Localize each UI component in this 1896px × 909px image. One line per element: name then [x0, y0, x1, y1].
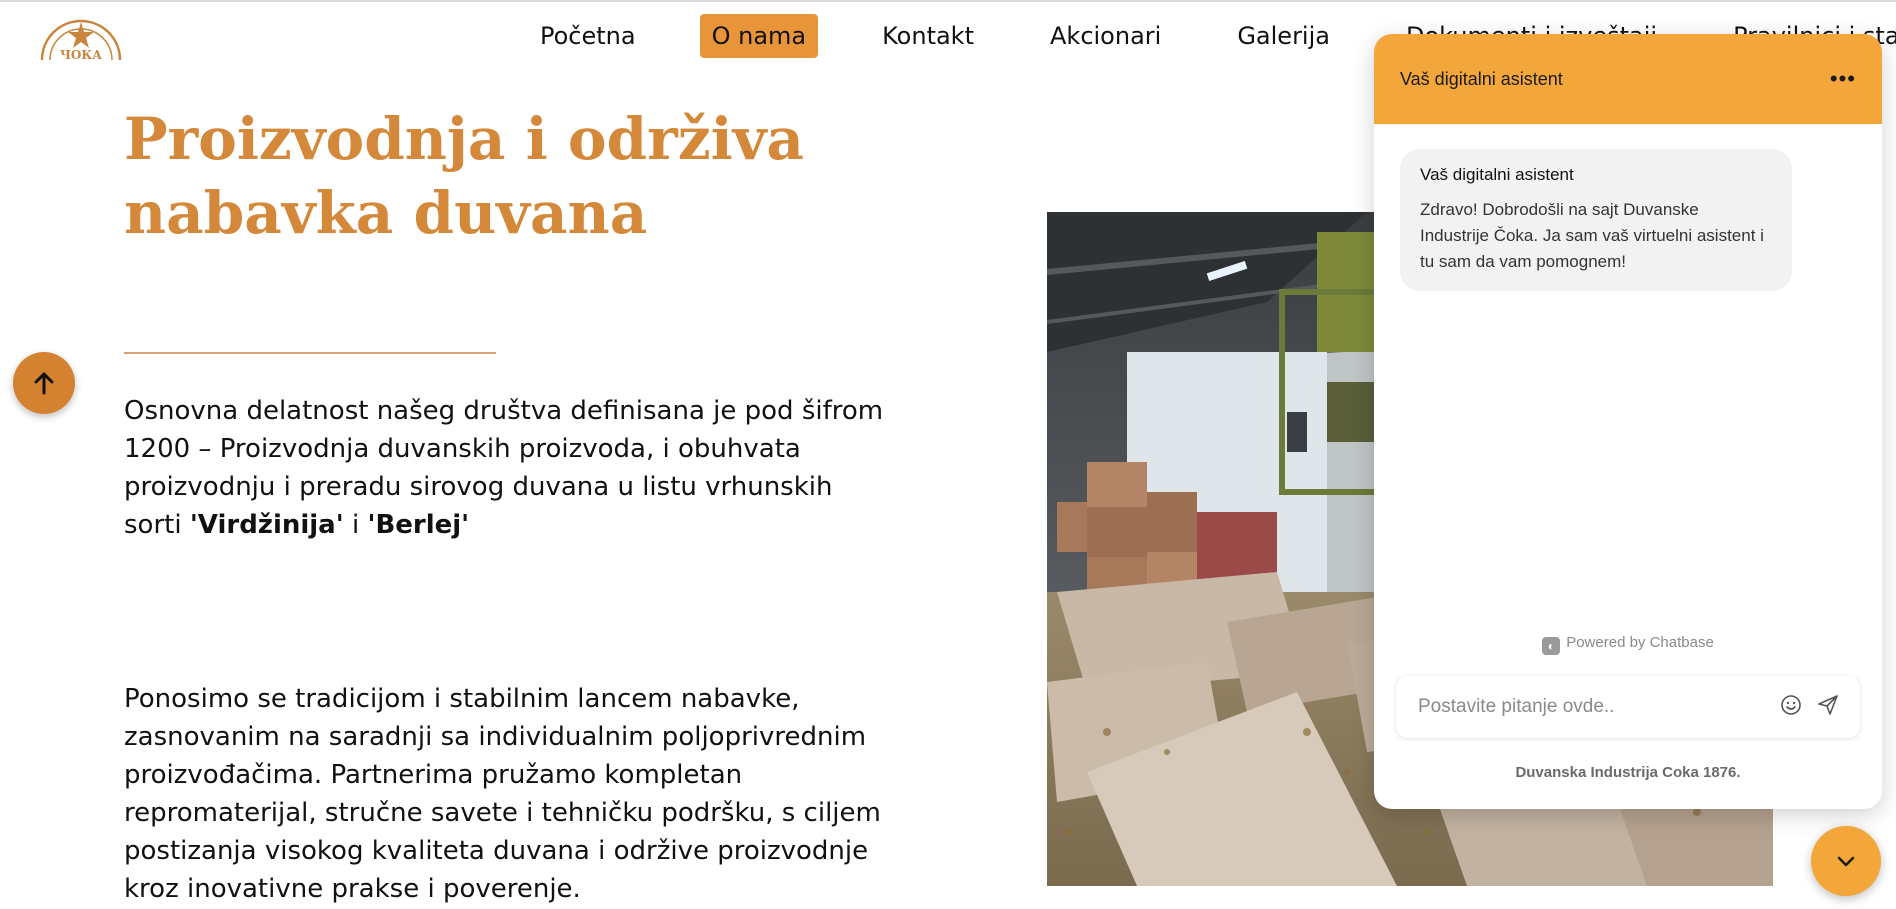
chevron-down-icon: [1837, 856, 1855, 867]
chat-input-box: [1396, 676, 1860, 738]
page-title: Proizvodnja i održiva nabavka duvana: [124, 102, 824, 250]
chat-header: Vaš digitalni asistent •••: [1374, 34, 1882, 124]
page-title-line2: nabavka duvana: [124, 179, 648, 247]
supply-paragraph: Ponosimo se tradicijom i stabilnim lance…: [124, 684, 881, 904]
logo-text: ЧОКА: [60, 48, 102, 62]
powered-by[interactable]: ◐ Powered by Chatbase: [1374, 634, 1882, 655]
nav-item-akcionari[interactable]: Akcionari: [1038, 14, 1173, 58]
quote-mark: ': [189, 510, 198, 540]
page-title-line1: Proizvodnja i održiva: [124, 105, 804, 173]
chat-message-sender: Vaš digitalni asistent: [1420, 165, 1574, 184]
chatbase-logo-icon: ◐: [1542, 637, 1561, 655]
chat-title: Vaš digitalni asistent: [1400, 68, 1563, 89]
quote-mark: ': [461, 510, 470, 540]
emoji-button[interactable]: [1780, 694, 1802, 720]
chat-message: Vaš digitalni asistent Zdravo! Dobrodošl…: [1400, 149, 1792, 291]
quote-mark: ': [335, 510, 344, 540]
intro-paragraph: Osnovna delatnost našeg društva definisa…: [124, 392, 884, 544]
send-button[interactable]: [1816, 693, 1840, 721]
chat-footer: Duvanska Industrija Coka 1876.: [1515, 764, 1741, 781]
nav-item-o-nama[interactable]: O nama: [699, 14, 819, 58]
chat-message-text: Zdravo! Dobrodošli na sajt Duvanske Indu…: [1420, 200, 1764, 271]
chat-menu-button[interactable]: •••: [1830, 66, 1856, 92]
conjunction: i: [343, 510, 368, 540]
nav-item-kontakt[interactable]: Kontakt: [870, 14, 986, 58]
smile-icon: [1781, 695, 1801, 715]
nav-item-galerija[interactable]: Galerija: [1225, 14, 1342, 58]
logo[interactable]: ЧОКА: [36, 8, 126, 62]
scroll-to-top-button[interactable]: [13, 352, 75, 414]
title-divider: [124, 352, 496, 354]
chat-message-input[interactable]: [1416, 695, 1780, 719]
send-icon: [1818, 695, 1838, 715]
logo-emblem: ЧОКА: [40, 19, 122, 62]
variety-berlej: Berlej: [375, 510, 462, 540]
chat-widget: Vaš digitalni asistent ••• Vaš digitalni…: [1374, 34, 1882, 809]
arrow-up-icon: [34, 372, 54, 395]
powered-by-text: Powered by Chatbase: [1566, 634, 1714, 651]
nav-item-pocetna[interactable]: Početna: [528, 14, 648, 58]
variety-virdzinija: Virdžinija: [197, 510, 336, 540]
chat-toggle-button[interactable]: [1811, 826, 1881, 896]
top-border: [0, 0, 1896, 2]
